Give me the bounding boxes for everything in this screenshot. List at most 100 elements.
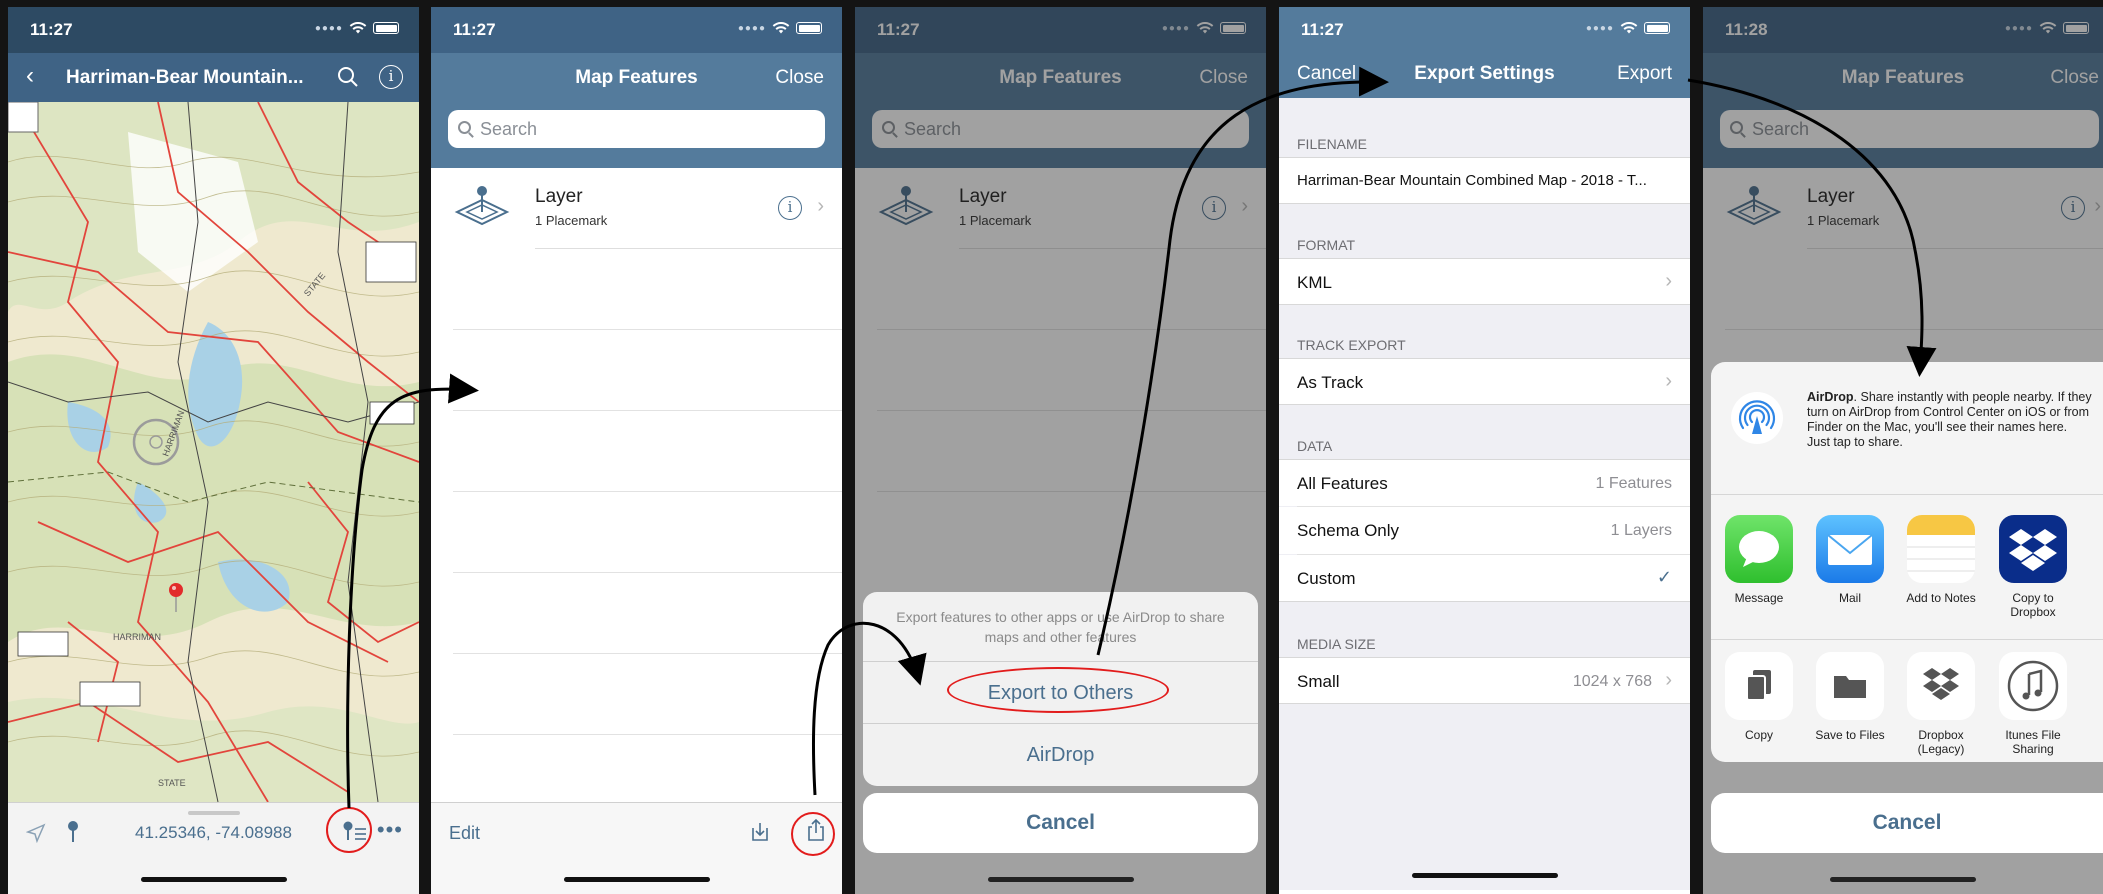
filename-row[interactable]: Harriman-Bear Mountain Combined Map - 20… <box>1279 157 1690 204</box>
map-features-screen: 11:27 ●●●● Map Features Close Search Lay… <box>431 7 842 894</box>
app-label: Copy to Dropbox <box>2010 591 2056 619</box>
section-header-filename: FILENAME <box>1297 136 1368 152</box>
edit-button[interactable]: Edit <box>449 823 480 844</box>
cancel-button[interactable]: Cancel <box>1711 793 2103 853</box>
divider <box>453 491 842 492</box>
app-label: Mail <box>1838 591 1861 605</box>
mail-icon <box>1816 515 1884 583</box>
home-area <box>1703 864 2103 894</box>
info-icon[interactable]: i <box>379 65 403 89</box>
home-indicator <box>140 877 287 882</box>
signal-icon: ●●●● <box>1585 22 1614 34</box>
schema-only-count: 1 Layers <box>1610 522 1672 539</box>
airdrop-description: AirDrop. Share instantly with people nea… <box>1807 390 2093 450</box>
mail-app[interactable]: Mail <box>1810 515 1890 605</box>
signal-icon: ●●●● <box>314 22 343 34</box>
share-sheet-screen: 11:28 ●●●● Map Features Close Search Lay… <box>1703 7 2103 894</box>
share-actions-row: Copy Save to Files Dropbox (Legacy) Itun… <box>1711 640 2103 762</box>
notes-app[interactable]: Add to Notes <box>1901 515 1981 605</box>
media-size-label: Small <box>1297 672 1340 691</box>
export-action-screen: 11:27 ●●●● Map Features Close Search Lay… <box>855 7 1266 894</box>
notes-icon <box>1907 515 1975 583</box>
dropbox-app[interactable]: Copy to Dropbox <box>1993 515 2073 619</box>
more-icon[interactable]: ••• <box>377 817 403 843</box>
home-area <box>1279 864 1690 894</box>
divider <box>453 410 842 411</box>
status-bar: 11:27 ●●●● <box>431 7 842 53</box>
status-time: 11:27 <box>30 20 73 39</box>
schema-only-row[interactable]: Schema Only 1 Layers <box>1279 507 1690 554</box>
drag-handle[interactable] <box>188 811 240 815</box>
search-input[interactable]: Search <box>448 110 825 148</box>
chevron-right-icon: › <box>817 195 824 217</box>
itunes-file-sharing-action[interactable]: Itunes File Sharing <box>1993 652 2073 756</box>
section-header-format: FORMAT <box>1297 237 1356 253</box>
dropbox-icon <box>1999 515 2067 583</box>
home-indicator <box>1411 873 1558 878</box>
nav-bar: Map Features Close <box>431 53 842 102</box>
airdrop-title: AirDrop <box>1807 390 1854 404</box>
search-bar: Search <box>431 102 842 168</box>
divider <box>1297 554 1690 555</box>
media-size-row[interactable]: Small 1024 x 768 › <box>1279 657 1690 704</box>
status-bar: 11:27 ●●●● <box>1279 7 1690 53</box>
divider <box>535 248 842 249</box>
divider <box>453 734 842 735</box>
share-sheet: AirDrop. Share instantly with people nea… <box>1711 362 2103 762</box>
sheet-message: Export features to other apps or use Air… <box>863 592 1258 662</box>
export-button[interactable]: Export <box>1617 63 1672 85</box>
format-row[interactable]: KML › <box>1279 258 1690 305</box>
layer-info-icon[interactable]: i <box>778 196 802 220</box>
map-title: Harriman-Bear Mountain... <box>66 67 304 88</box>
import-icon[interactable] <box>750 820 770 842</box>
bottom-toolbar: Edit <box>431 802 842 894</box>
chevron-right-icon: › <box>1665 669 1672 691</box>
section-header-track: TRACK EXPORT <box>1297 337 1406 353</box>
map-label-state-2: STATE <box>158 778 186 788</box>
status-icons: ●●●● <box>1586 22 1670 34</box>
battery-icon <box>796 22 822 34</box>
nav-bar: Cancel Export Settings Export <box>1279 53 1690 98</box>
section-header-data: DATA <box>1297 438 1333 454</box>
battery-icon <box>1644 22 1670 34</box>
app-label: Add to Notes <box>1906 591 1976 605</box>
track-export-row[interactable]: As Track › <box>1279 358 1690 405</box>
search-icon <box>458 121 471 134</box>
custom-row[interactable]: Custom ✓ <box>1279 555 1690 602</box>
highlight-ellipse-export <box>947 667 1169 713</box>
dropbox-legacy-action[interactable]: Dropbox (Legacy) <box>1901 652 1981 756</box>
checkmark-icon: ✓ <box>1656 567 1672 587</box>
airdrop-section[interactable]: AirDrop. Share instantly with people nea… <box>1711 362 2103 495</box>
highlight-circle-share <box>791 812 835 856</box>
status-bar: 11:27 ●●●● <box>8 7 419 53</box>
all-features-label: All Features <box>1297 474 1388 493</box>
layer-row[interactable]: Layer 1 Placemark i › <box>431 168 842 248</box>
copy-action[interactable]: Copy <box>1719 652 1799 742</box>
airdrop-button[interactable]: AirDrop <box>863 724 1258 786</box>
app-label: Message <box>1734 591 1784 605</box>
action-label: Copy <box>1744 728 1773 742</box>
chevron-right-icon: › <box>1665 270 1672 292</box>
back-chevron-icon[interactable]: ‹ <box>26 62 34 90</box>
home-indicator <box>1830 877 1976 882</box>
wifi-icon <box>772 22 790 34</box>
map-nav-bar: ‹ Harriman-Bear Mountain... i <box>8 53 419 102</box>
cancel-button[interactable]: Cancel <box>863 793 1258 853</box>
schema-only-label: Schema Only <box>1297 521 1400 540</box>
close-button[interactable]: Close <box>775 67 824 89</box>
format-value: KML <box>1297 273 1332 292</box>
layer-icon <box>454 186 510 226</box>
save-to-files-action[interactable]: Save to Files <box>1810 652 1890 742</box>
copy-icon <box>1725 652 1793 720</box>
message-app[interactable]: Message <box>1719 515 1799 605</box>
all-features-row[interactable]: All Features 1 Features <box>1279 459 1690 506</box>
topo-map[interactable]: HARRIMAN STATE HARRIMAN STATE <box>8 102 419 802</box>
search-icon[interactable] <box>337 66 359 88</box>
home-indicator <box>563 877 710 882</box>
media-size-value: 1024 x 768 <box>1572 673 1652 690</box>
all-features-count: 1 Features <box>1595 475 1672 492</box>
home-area <box>855 864 1266 894</box>
airdrop-icon <box>1731 392 1783 444</box>
map-label-harriman-2: HARRIMAN <box>113 632 161 642</box>
home-indicator <box>987 877 1134 882</box>
